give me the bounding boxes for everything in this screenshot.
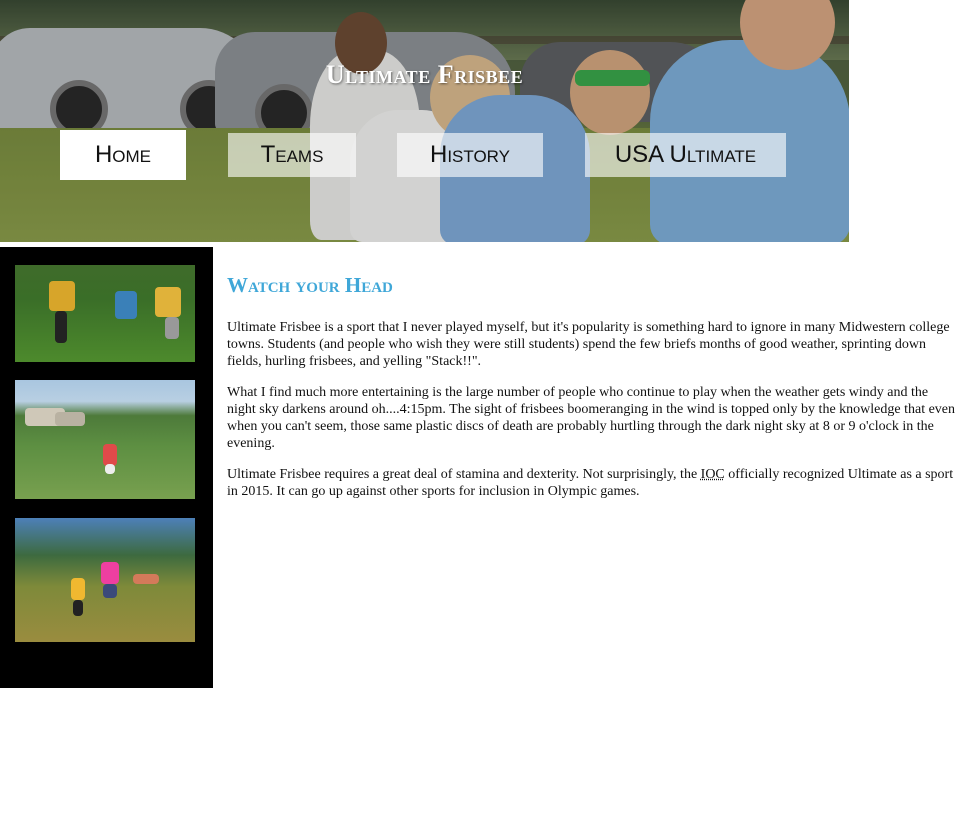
article-paragraph-1: Ultimate Frisbee is a sport that I never… (227, 320, 950, 369)
nav-teams-link[interactable]: Teams (228, 133, 356, 177)
site-title: Ultimate Frisbee (325, 60, 524, 89)
photo-sidebar (0, 247, 213, 688)
article: Watch your Head Ultimate Frisbee is a sp… (227, 268, 957, 514)
article-paragraph-3-start: Ultimate Frisbee requires a great deal o… (227, 467, 701, 482)
nav-history-link[interactable]: History (397, 133, 543, 177)
nav-home-link[interactable]: Home (60, 130, 186, 180)
nav-usa-ultimate-link[interactable]: USA Ultimate (585, 133, 786, 177)
hero-banner: Ultimate Frisbee Home Teams History USA … (0, 0, 849, 242)
sidebar-photo-3 (15, 518, 195, 642)
article-paragraph-2: What I find much more entertaining is th… (227, 385, 956, 451)
ioc-abbreviation[interactable]: IOC (701, 467, 725, 482)
sidebar-photo-1 (15, 265, 195, 362)
hero-photo-overlay (0, 0, 849, 242)
sidebar-photo-2 (15, 380, 195, 499)
article-heading: Watch your Head (227, 273, 393, 297)
article-paragraph-3: Ultimate Frisbee requires a great deal o… (227, 466, 957, 500)
